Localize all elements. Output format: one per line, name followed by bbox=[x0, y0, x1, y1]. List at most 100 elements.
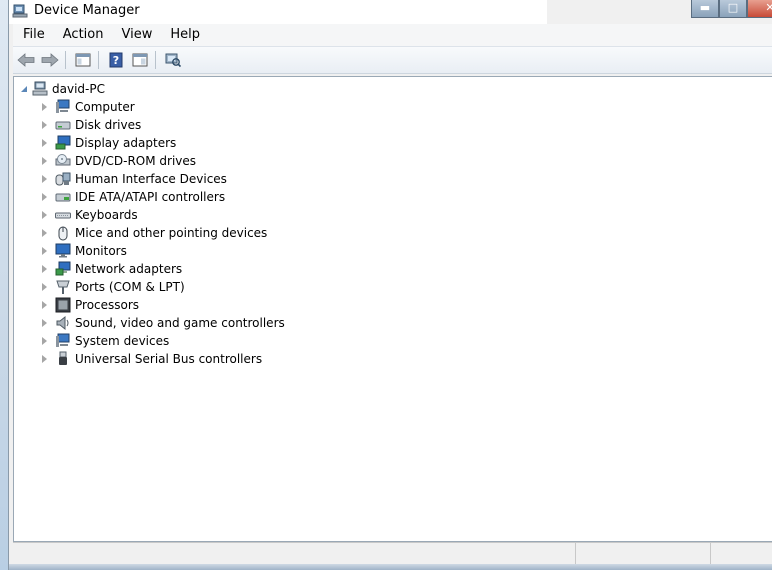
tree-item-ide-controllers[interactable]: IDE ATA/ATAPI controllers bbox=[40, 188, 285, 206]
collapsed-arrow-icon[interactable] bbox=[42, 121, 47, 129]
display-adapter-icon bbox=[55, 135, 71, 150]
collapsed-arrow-icon[interactable] bbox=[42, 175, 47, 183]
tree-item-label: Keyboards bbox=[75, 208, 138, 222]
forward-arrow-icon bbox=[41, 53, 59, 67]
menu-action[interactable]: Action bbox=[53, 24, 112, 46]
forward-button[interactable] bbox=[39, 49, 61, 71]
system-device-icon bbox=[56, 333, 70, 347]
ide-controller-icon bbox=[55, 193, 71, 202]
tree-item-mice[interactable]: Mice and other pointing devices bbox=[40, 224, 285, 242]
status-segment-right bbox=[711, 543, 772, 565]
tree-item-label: Disk drives bbox=[75, 118, 142, 132]
scan-hardware-button[interactable] bbox=[162, 49, 184, 71]
mouse-icon bbox=[58, 226, 68, 241]
collapsed-arrow-icon[interactable] bbox=[42, 139, 47, 147]
tree-item-dvd-drives[interactable]: DVD/CD-ROM drives bbox=[40, 152, 285, 170]
help-button[interactable]: ? bbox=[105, 49, 127, 71]
sound-icon bbox=[56, 315, 69, 331]
show-hide-console-tree-button[interactable] bbox=[72, 49, 94, 71]
collapsed-arrow-icon[interactable] bbox=[42, 265, 47, 273]
tree-item-system-devices[interactable]: System devices bbox=[40, 332, 285, 350]
collapsed-arrow-icon[interactable] bbox=[42, 157, 47, 165]
tree-item-label: DVD/CD-ROM drives bbox=[75, 154, 197, 168]
menu-file[interactable]: File bbox=[13, 24, 53, 46]
device-manager-icon bbox=[12, 4, 28, 18]
tree-root-label: david-PC bbox=[52, 82, 105, 96]
device-manager-window: Device Manager ▬ □ ✕ File Action View He… bbox=[8, 0, 772, 570]
tree-item-label: Monitors bbox=[75, 244, 127, 258]
window-controls: ▬ □ ✕ bbox=[691, 0, 772, 18]
tree-item-display-adapters[interactable]: Display adapters bbox=[40, 134, 285, 152]
computer-root-icon bbox=[32, 81, 48, 96]
window-title: Device Manager bbox=[34, 3, 140, 18]
computer-icon bbox=[56, 99, 70, 113]
processor-icon bbox=[55, 297, 71, 313]
menu-view[interactable]: View bbox=[111, 24, 160, 46]
collapsed-arrow-icon[interactable] bbox=[42, 229, 47, 237]
toolbar-separator bbox=[155, 51, 156, 69]
collapsed-arrow-icon[interactable] bbox=[42, 211, 47, 219]
toolbar-separator bbox=[65, 51, 66, 69]
tree-item-ports[interactable]: Ports (COM & LPT) bbox=[40, 278, 285, 296]
status-bar bbox=[13, 542, 772, 565]
hid-icon bbox=[55, 172, 71, 186]
toolbar-separator bbox=[98, 51, 99, 69]
keyboard-icon bbox=[55, 212, 71, 219]
properties-pane-icon bbox=[75, 53, 91, 67]
collapsed-arrow-icon[interactable] bbox=[42, 355, 47, 363]
tree-item-label: Network adapters bbox=[75, 262, 183, 276]
tree-item-label: Ports (COM & LPT) bbox=[75, 280, 185, 294]
tree-item-label: System devices bbox=[75, 334, 170, 348]
status-segment-main bbox=[13, 543, 576, 565]
back-button[interactable] bbox=[15, 49, 37, 71]
tree-item-label: Universal Serial Bus controllers bbox=[75, 352, 263, 366]
help-icon: ? bbox=[109, 52, 123, 68]
tree-item-processors[interactable]: Processors bbox=[40, 296, 285, 314]
collapsed-arrow-icon[interactable] bbox=[42, 193, 47, 201]
tree-item-usb-controllers[interactable]: Universal Serial Bus controllers bbox=[40, 350, 285, 368]
tree-item-label: Display adapters bbox=[75, 136, 177, 150]
usb-icon bbox=[59, 351, 67, 365]
tree-item-human-interface-devices[interactable]: Human Interface Devices bbox=[40, 170, 285, 188]
close-button[interactable]: ✕ bbox=[747, 0, 772, 18]
tree-item-network-adapters[interactable]: Network adapters bbox=[40, 260, 285, 278]
collapsed-arrow-icon[interactable] bbox=[42, 103, 47, 111]
tree-item-keyboards[interactable]: Keyboards bbox=[40, 206, 285, 224]
status-segment-middle bbox=[576, 543, 711, 565]
tree-item-label: IDE ATA/ATAPI controllers bbox=[75, 190, 226, 204]
collapsed-arrow-icon[interactable] bbox=[42, 301, 47, 309]
scan-hardware-icon bbox=[165, 53, 181, 68]
window-bottom-border bbox=[9, 564, 772, 570]
tree-item-label: Human Interface Devices bbox=[75, 172, 227, 186]
menu-bar: File Action View Help bbox=[13, 24, 772, 47]
minimize-button[interactable]: ▬ bbox=[691, 0, 719, 18]
tree-item-label: Mice and other pointing devices bbox=[75, 226, 268, 240]
collapsed-arrow-icon[interactable] bbox=[42, 247, 47, 255]
device-tree[interactable]: david-PC Computer Disk drives Display ad… bbox=[13, 76, 772, 542]
tree-item-label: Sound, video and game controllers bbox=[75, 316, 285, 330]
collapsed-arrow-icon[interactable] bbox=[42, 283, 47, 291]
dvd-drive-icon bbox=[55, 154, 71, 166]
maximize-button[interactable]: □ bbox=[719, 0, 747, 18]
tree-item-computer[interactable]: Computer bbox=[40, 98, 285, 116]
show-action-pane-button[interactable] bbox=[129, 49, 151, 71]
console-icon bbox=[132, 53, 148, 67]
device-category-list: Computer Disk drives Display adapters DV… bbox=[40, 98, 285, 368]
tree-root-node[interactable]: david-PC bbox=[20, 80, 105, 98]
monitor-icon bbox=[55, 243, 71, 258]
tree-item-monitors[interactable]: Monitors bbox=[40, 242, 285, 260]
back-arrow-icon bbox=[17, 53, 35, 67]
title-bar: Device Manager bbox=[9, 0, 547, 24]
tree-item-label: Computer bbox=[75, 100, 135, 114]
toolbar: ? bbox=[13, 47, 772, 74]
menu-help[interactable]: Help bbox=[160, 24, 208, 46]
collapsed-arrow-icon[interactable] bbox=[42, 319, 47, 327]
port-icon bbox=[56, 280, 70, 294]
disk-drive-icon bbox=[55, 121, 71, 130]
tree-item-disk-drives[interactable]: Disk drives bbox=[40, 116, 285, 134]
network-adapter-icon bbox=[55, 261, 71, 276]
svg-text:?: ? bbox=[113, 54, 119, 67]
expanded-arrow-icon[interactable] bbox=[20, 85, 28, 93]
tree-item-sound-controllers[interactable]: Sound, video and game controllers bbox=[40, 314, 285, 332]
collapsed-arrow-icon[interactable] bbox=[42, 337, 47, 345]
